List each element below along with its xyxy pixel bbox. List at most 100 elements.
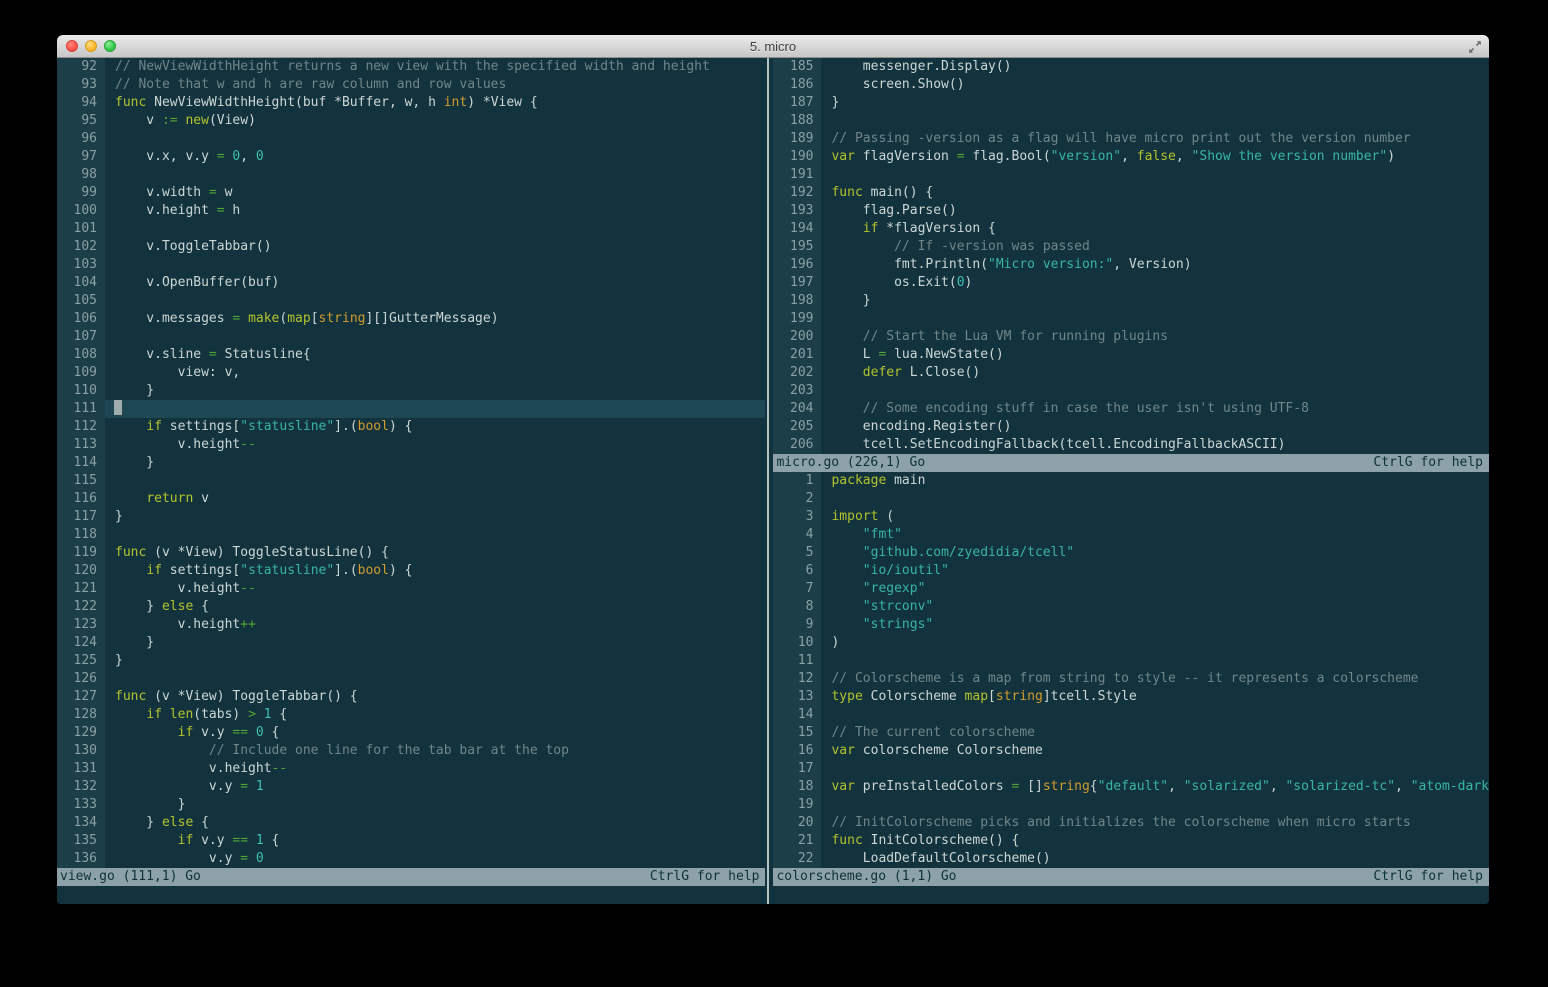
code-line[interactable]: 200 // Start the Lua VM for running plug…	[773, 328, 1489, 346]
code-line[interactable]: 15// The current colorscheme	[773, 724, 1489, 742]
code-line[interactable]: 120 if settings["statusline"].(bool) {	[57, 562, 765, 580]
code-line[interactable]: 11	[773, 652, 1489, 670]
code-line[interactable]: 9 "strings"	[773, 616, 1489, 634]
line-number: 124	[57, 634, 105, 652]
code-line[interactable]: 202 defer L.Close()	[773, 364, 1489, 382]
editor-pane-colorscheme-go[interactable]: 1package main23import (4 "fmt"5 "github.…	[773, 472, 1489, 868]
code-line[interactable]: 22 LoadDefaultColorscheme()	[773, 850, 1489, 868]
line-number: 110	[57, 382, 105, 400]
code-line[interactable]: 136 v.y = 0	[57, 850, 765, 868]
code-line[interactable]: 194 if *flagVersion {	[773, 220, 1489, 238]
editor-pane-micro-go[interactable]: 185 messenger.Display()186 screen.Show()…	[773, 58, 1489, 454]
code-line[interactable]: 126	[57, 670, 765, 688]
code-line[interactable]: 195 // If -version was passed	[773, 238, 1489, 256]
command-line[interactable]	[773, 886, 1489, 904]
code-line[interactable]: 12// Colorscheme is a map from string to…	[773, 670, 1489, 688]
code-text: }	[105, 454, 765, 472]
code-line[interactable]: 186 screen.Show()	[773, 76, 1489, 94]
code-line[interactable]: 121 v.height--	[57, 580, 765, 598]
code-line[interactable]: 108 v.sline = Statusline{	[57, 346, 765, 364]
code-line[interactable]: 132 v.y = 1	[57, 778, 765, 796]
code-line[interactable]: 106 v.messages = make(map[string][]Gutte…	[57, 310, 765, 328]
code-line[interactable]: 19	[773, 796, 1489, 814]
code-line[interactable]: 102 v.ToggleTabbar()	[57, 238, 765, 256]
code-line[interactable]: 111	[57, 400, 765, 418]
code-line[interactable]: 16var colorscheme Colorscheme	[773, 742, 1489, 760]
code-line[interactable]: 125}	[57, 652, 765, 670]
code-line[interactable]: 185 messenger.Display()	[773, 58, 1489, 76]
code-line[interactable]: 130 // Include one line for the tab bar …	[57, 742, 765, 760]
code-line[interactable]: 203	[773, 382, 1489, 400]
code-line[interactable]: 20// InitColorscheme picks and initializ…	[773, 814, 1489, 832]
code-line[interactable]: 196 fmt.Println("Micro version:", Versio…	[773, 256, 1489, 274]
code-line[interactable]: 128 if len(tabs) > 1 {	[57, 706, 765, 724]
code-line[interactable]: 103	[57, 256, 765, 274]
code-line[interactable]: 198 }	[773, 292, 1489, 310]
code-line[interactable]: 122 } else {	[57, 598, 765, 616]
code-line[interactable]: 127func (v *View) ToggleTabbar() {	[57, 688, 765, 706]
code-line[interactable]: 21func InitColorscheme() {	[773, 832, 1489, 850]
code-line[interactable]: 104 v.OpenBuffer(buf)	[57, 274, 765, 292]
code-line[interactable]: 206 tcell.SetEncodingFallback(tcell.Enco…	[773, 436, 1489, 454]
code-line[interactable]: 17	[773, 760, 1489, 778]
code-line[interactable]: 18var preInstalledColors = []string{"def…	[773, 778, 1489, 796]
code-line[interactable]: 10)	[773, 634, 1489, 652]
code-line[interactable]: 8 "strconv"	[773, 598, 1489, 616]
code-line[interactable]: 112 if settings["statusline"].(bool) {	[57, 418, 765, 436]
code-line[interactable]: 6 "io/ioutil"	[773, 562, 1489, 580]
code-line[interactable]: 100 v.height = h	[57, 202, 765, 220]
code-line[interactable]: 92// NewViewWidthHeight returns a new vi…	[57, 58, 765, 76]
code-line[interactable]: 98	[57, 166, 765, 184]
code-line[interactable]: 205 encoding.Register()	[773, 418, 1489, 436]
code-line[interactable]: 192func main() {	[773, 184, 1489, 202]
code-line[interactable]: 187}	[773, 94, 1489, 112]
code-line[interactable]: 94func NewViewWidthHeight(buf *Buffer, w…	[57, 94, 765, 112]
code-line[interactable]: 124 }	[57, 634, 765, 652]
command-line[interactable]	[57, 886, 765, 904]
code-line[interactable]: 96	[57, 130, 765, 148]
editor-pane-view-go[interactable]: 92// NewViewWidthHeight returns a new vi…	[57, 58, 765, 868]
window-titlebar[interactable]: 5. micro	[57, 35, 1489, 58]
code-line[interactable]: 188	[773, 112, 1489, 130]
code-line[interactable]: 129 if v.y == 0 {	[57, 724, 765, 742]
code-line[interactable]: 119func (v *View) ToggleStatusLine() {	[57, 544, 765, 562]
code-line[interactable]: 133 }	[57, 796, 765, 814]
code-line[interactable]: 204 // Some encoding stuff in case the u…	[773, 400, 1489, 418]
code-line[interactable]: 7 "regexp"	[773, 580, 1489, 598]
code-line[interactable]: 193 flag.Parse()	[773, 202, 1489, 220]
code-line[interactable]: 107	[57, 328, 765, 346]
fullscreen-arrows-icon[interactable]	[1467, 39, 1483, 55]
code-line[interactable]: 118	[57, 526, 765, 544]
code-line[interactable]: 14	[773, 706, 1489, 724]
code-line[interactable]: 115	[57, 472, 765, 490]
code-line[interactable]: 199	[773, 310, 1489, 328]
code-line[interactable]: 105	[57, 292, 765, 310]
code-line[interactable]: 2	[773, 490, 1489, 508]
code-line[interactable]: 135 if v.y == 1 {	[57, 832, 765, 850]
code-line[interactable]: 5 "github.com/zyedidia/tcell"	[773, 544, 1489, 562]
code-text: v := new(View)	[105, 112, 765, 130]
code-line[interactable]: 109 view: v,	[57, 364, 765, 382]
code-line[interactable]: 95 v := new(View)	[57, 112, 765, 130]
code-line[interactable]: 117}	[57, 508, 765, 526]
code-line[interactable]: 4 "fmt"	[773, 526, 1489, 544]
code-line[interactable]: 116 return v	[57, 490, 765, 508]
code-line[interactable]: 134 } else {	[57, 814, 765, 832]
code-line[interactable]: 197 os.Exit(0)	[773, 274, 1489, 292]
code-line[interactable]: 97 v.x, v.y = 0, 0	[57, 148, 765, 166]
code-line[interactable]: 3import (	[773, 508, 1489, 526]
code-line[interactable]: 123 v.height++	[57, 616, 765, 634]
code-line[interactable]: 191	[773, 166, 1489, 184]
code-line[interactable]: 131 v.height--	[57, 760, 765, 778]
code-line[interactable]: 113 v.height--	[57, 436, 765, 454]
code-line[interactable]: 1package main	[773, 472, 1489, 490]
code-line[interactable]: 110 }	[57, 382, 765, 400]
code-line[interactable]: 99 v.width = w	[57, 184, 765, 202]
code-line[interactable]: 201 L = lua.NewState()	[773, 346, 1489, 364]
code-line[interactable]: 190var flagVersion = flag.Bool("version"…	[773, 148, 1489, 166]
code-line[interactable]: 189// Passing -version as a flag will ha…	[773, 130, 1489, 148]
code-line[interactable]: 93// Note that w and h are raw column an…	[57, 76, 765, 94]
code-line[interactable]: 114 }	[57, 454, 765, 472]
code-line[interactable]: 13type Colorscheme map[string]tcell.Styl…	[773, 688, 1489, 706]
code-line[interactable]: 101	[57, 220, 765, 238]
